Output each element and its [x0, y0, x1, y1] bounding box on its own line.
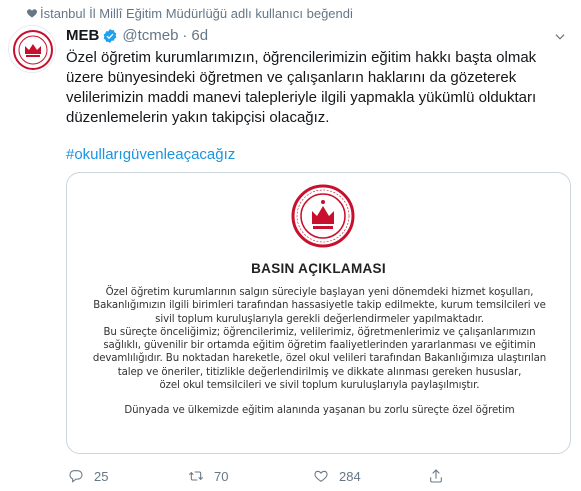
share-icon: [430, 469, 442, 483]
header-separator: ·: [182, 27, 188, 44]
social-context[interactable]: İstanbul İl Millî Eğitim Müdürlüğü adlı …: [27, 6, 353, 21]
share-button[interactable]: [428, 468, 454, 484]
document-line: Bakanlığımızın ilgili birimleri tarafınd…: [93, 300, 546, 312]
retweet-count: 70: [214, 468, 229, 484]
ministry-seal-icon: [291, 184, 355, 248]
heart-icon: [27, 9, 37, 18]
retweet-icon: [188, 471, 204, 481]
document-line: devamlılığıdır. Bu noktadan hareketle, ö…: [92, 353, 547, 365]
tweet-text: Özel öğretim kurumlarımızın, öğrencileri…: [66, 49, 537, 126]
document-title: BASIN AÇIKLAMASI: [251, 261, 386, 276]
document-line: sağlıklı, güvenilir bir ortamda eğitim ö…: [103, 340, 536, 352]
reply-count: 25: [94, 468, 109, 484]
tweet-media-image[interactable]: BASIN AÇIKLAMASI Özel öğretim kurumların…: [66, 172, 571, 454]
avatar[interactable]: [8, 25, 56, 73]
like-count: 284: [339, 468, 361, 484]
tweet-actions: 25 70 284: [68, 468, 488, 486]
meb-logo-icon: [13, 30, 53, 70]
document-line: sivil toplum kuruluşlarıyla gerekli değe…: [155, 313, 484, 325]
document-line: Bu süreçte önceliğimiz; öğrencilerimiz, …: [103, 326, 536, 338]
social-context-text: İstanbul İl Millî Eğitim Müdürlüğü adlı …: [40, 6, 353, 21]
hashtag-link[interactable]: #okullarıgüvenleaçacağız: [66, 146, 235, 163]
document-line: talep ve öneriler, titizlikle değerlendi…: [117, 366, 522, 378]
document-line: Dünyada ve ülkemizde eğitim alanında yaş…: [124, 405, 515, 417]
tweet-header: MEB @tcmeb · 6d: [66, 27, 208, 44]
like-button[interactable]: 284: [313, 468, 361, 484]
reply-button[interactable]: 25: [68, 468, 108, 484]
reply-icon: [69, 470, 83, 483]
retweet-button[interactable]: 70: [188, 468, 228, 484]
document-body: Özel öğretim kurumlarının salgın süreciy…: [79, 286, 560, 418]
verified-badge-icon: [104, 28, 117, 43]
document-line: Özel öğretim kurumlarının salgın süreciy…: [105, 287, 534, 298]
document-line: özel okul temsilcileri ve sivil toplum k…: [159, 380, 480, 392]
tweet-timestamp[interactable]: 6d: [191, 27, 208, 44]
author-handle[interactable]: @tcmeb: [122, 27, 178, 44]
author-name[interactable]: MEB: [66, 27, 99, 44]
like-icon: [314, 470, 328, 482]
chevron-down-icon[interactable]: [553, 30, 567, 44]
